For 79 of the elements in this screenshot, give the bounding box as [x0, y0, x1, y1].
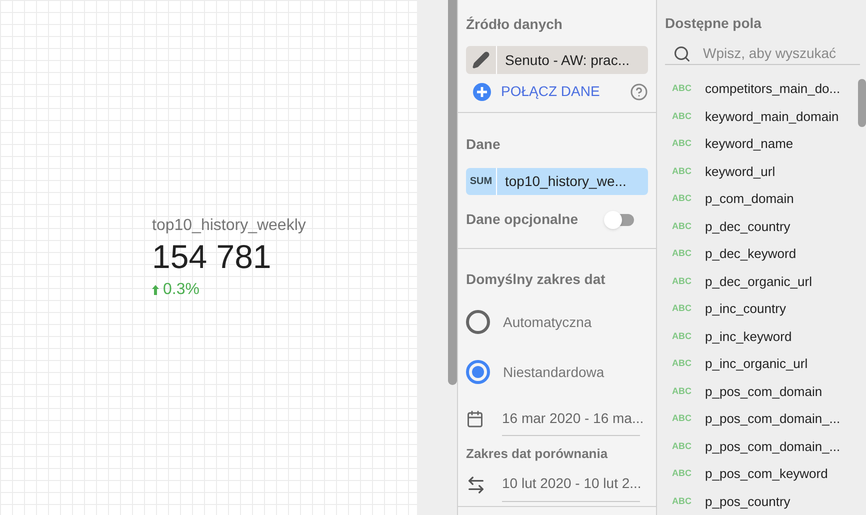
- field-list-item[interactable]: ABC p_pos_com_domain_...: [665, 432, 856, 460]
- radio-label: Niestandardowa: [503, 362, 604, 382]
- field-list-item[interactable]: ABC keyword_main_domain: [665, 102, 856, 130]
- add-icon: [472, 82, 492, 102]
- radio-label: Automatyczna: [503, 312, 592, 332]
- field-name: p_inc_country: [705, 300, 786, 318]
- field-type-label: ABC: [672, 137, 692, 150]
- field-type-label: ABC: [672, 467, 692, 480]
- field-list-item[interactable]: ABC keyword_url: [665, 158, 856, 185]
- field-list-item[interactable]: ABC p_inc_keyword: [665, 322, 856, 350]
- field-list-item[interactable]: ABC p_dec_keyword: [665, 240, 856, 268]
- field-list-item[interactable]: ABC p_dec_country: [665, 212, 856, 240]
- field-list-item[interactable]: ABC p_dec_organic_url: [665, 268, 856, 295]
- comparison-heading: Zakres dat porównania: [466, 445, 609, 463]
- scrollbar-thumb[interactable]: [858, 79, 866, 127]
- field-type-label: ABC: [672, 220, 692, 232]
- aggregation-label: SUM: [466, 168, 497, 195]
- field-type-label: ABC: [672, 384, 692, 398]
- optional-metric-label: Dane opcjonalne: [466, 210, 578, 229]
- compare-arrows-icon: [466, 474, 486, 494]
- change-value: 0.3%: [163, 280, 200, 300]
- metric-field-name: top10_history_we...: [504, 172, 626, 191]
- scorecard-value: 154 781: [152, 238, 272, 276]
- metric-chip[interactable]: SUM top10_history_we...: [466, 168, 648, 195]
- toggle-switch[interactable]: [604, 210, 634, 228]
- field-name: keyword_url: [705, 162, 776, 181]
- field-name: p_dec_country: [705, 218, 790, 236]
- calendar-icon: [466, 410, 484, 428]
- date-range-field[interactable]: 16 mar 2020 - 16 ma...: [502, 402, 640, 436]
- section-heading: Domyślny zakres dat: [466, 270, 606, 289]
- field-list-item[interactable]: ABC p_pos_com_domain_...: [665, 405, 856, 432]
- field-type-label: ABC: [672, 494, 692, 508]
- field-name: p_pos_com_domain_...: [705, 438, 840, 456]
- section-heading: Źródło danych: [466, 15, 564, 34]
- field-type-label: ABC: [672, 110, 692, 122]
- field-name: p_pos_com_domain_...: [705, 410, 840, 428]
- connect-data-link[interactable]: POŁĄCZ DANE: [501, 81, 600, 102]
- comparison-range-field[interactable]: 10 lut 2020 - 10 lut 2...: [502, 468, 640, 502]
- field-list-item[interactable]: ABC competitors_main_do...: [665, 75, 856, 102]
- section-heading: Dostępne pola: [665, 14, 762, 33]
- field-name: p_pos_com_keyword: [705, 465, 828, 483]
- field-name: p_com_domain: [705, 190, 794, 208]
- field-name: keyword_main_domain: [705, 108, 839, 126]
- field-name: keyword_name: [705, 135, 794, 153]
- field-name: p_pos_com_domain: [705, 382, 822, 401]
- data-source-chip[interactable]: Senuto - AW: prac...: [466, 46, 648, 74]
- pencil-icon: [472, 51, 490, 69]
- search-field[interactable]: Wpisz, aby wyszukać: [665, 43, 860, 65]
- field-list-item[interactable]: ABC p_pos_com_domain: [665, 378, 856, 405]
- data-source-name: Senuto - AW: prac...: [504, 50, 630, 70]
- field-name: p_dec_organic_url: [705, 272, 812, 291]
- field-list-item[interactable]: ABC p_com_domain: [665, 185, 856, 212]
- field-list-item[interactable]: ABC p_inc_organic_url: [665, 350, 856, 378]
- field-name: p_inc_organic_url: [705, 355, 808, 373]
- field-name: p_dec_keyword: [705, 245, 796, 263]
- field-list-item[interactable]: ABC p_pos_country: [665, 488, 856, 515]
- section-heading: Dane: [466, 135, 502, 154]
- field-type-label: ABC: [672, 330, 692, 342]
- field-list-item[interactable]: ABC keyword_name: [665, 130, 856, 158]
- field-name: p_pos_country: [705, 492, 790, 511]
- field-type-label: ABC: [672, 247, 692, 260]
- scrollbar-thumb[interactable]: [448, 0, 457, 385]
- field-type-label: ABC: [672, 192, 692, 205]
- help-icon[interactable]: [630, 82, 648, 100]
- field-type-label: ABC: [672, 357, 692, 370]
- scorecard-title: top10_history_weekly: [152, 216, 306, 236]
- search-icon: [673, 44, 691, 62]
- field-type-label: ABC: [672, 164, 692, 178]
- radio-button[interactable]: [466, 310, 490, 334]
- field-type-label: ABC: [672, 82, 692, 95]
- field-list-item[interactable]: ABC p_inc_country: [665, 295, 856, 322]
- field-name: p_inc_keyword: [705, 328, 792, 346]
- field-type-label: ABC: [672, 412, 692, 425]
- radio-button[interactable]: [466, 360, 490, 384]
- field-type-label: ABC: [672, 440, 692, 452]
- field-list-item[interactable]: ABC p_pos_com_keyword: [665, 460, 856, 488]
- field-type-label: ABC: [672, 274, 692, 288]
- field-type-label: ABC: [672, 302, 692, 315]
- field-name: competitors_main_do...: [705, 80, 840, 98]
